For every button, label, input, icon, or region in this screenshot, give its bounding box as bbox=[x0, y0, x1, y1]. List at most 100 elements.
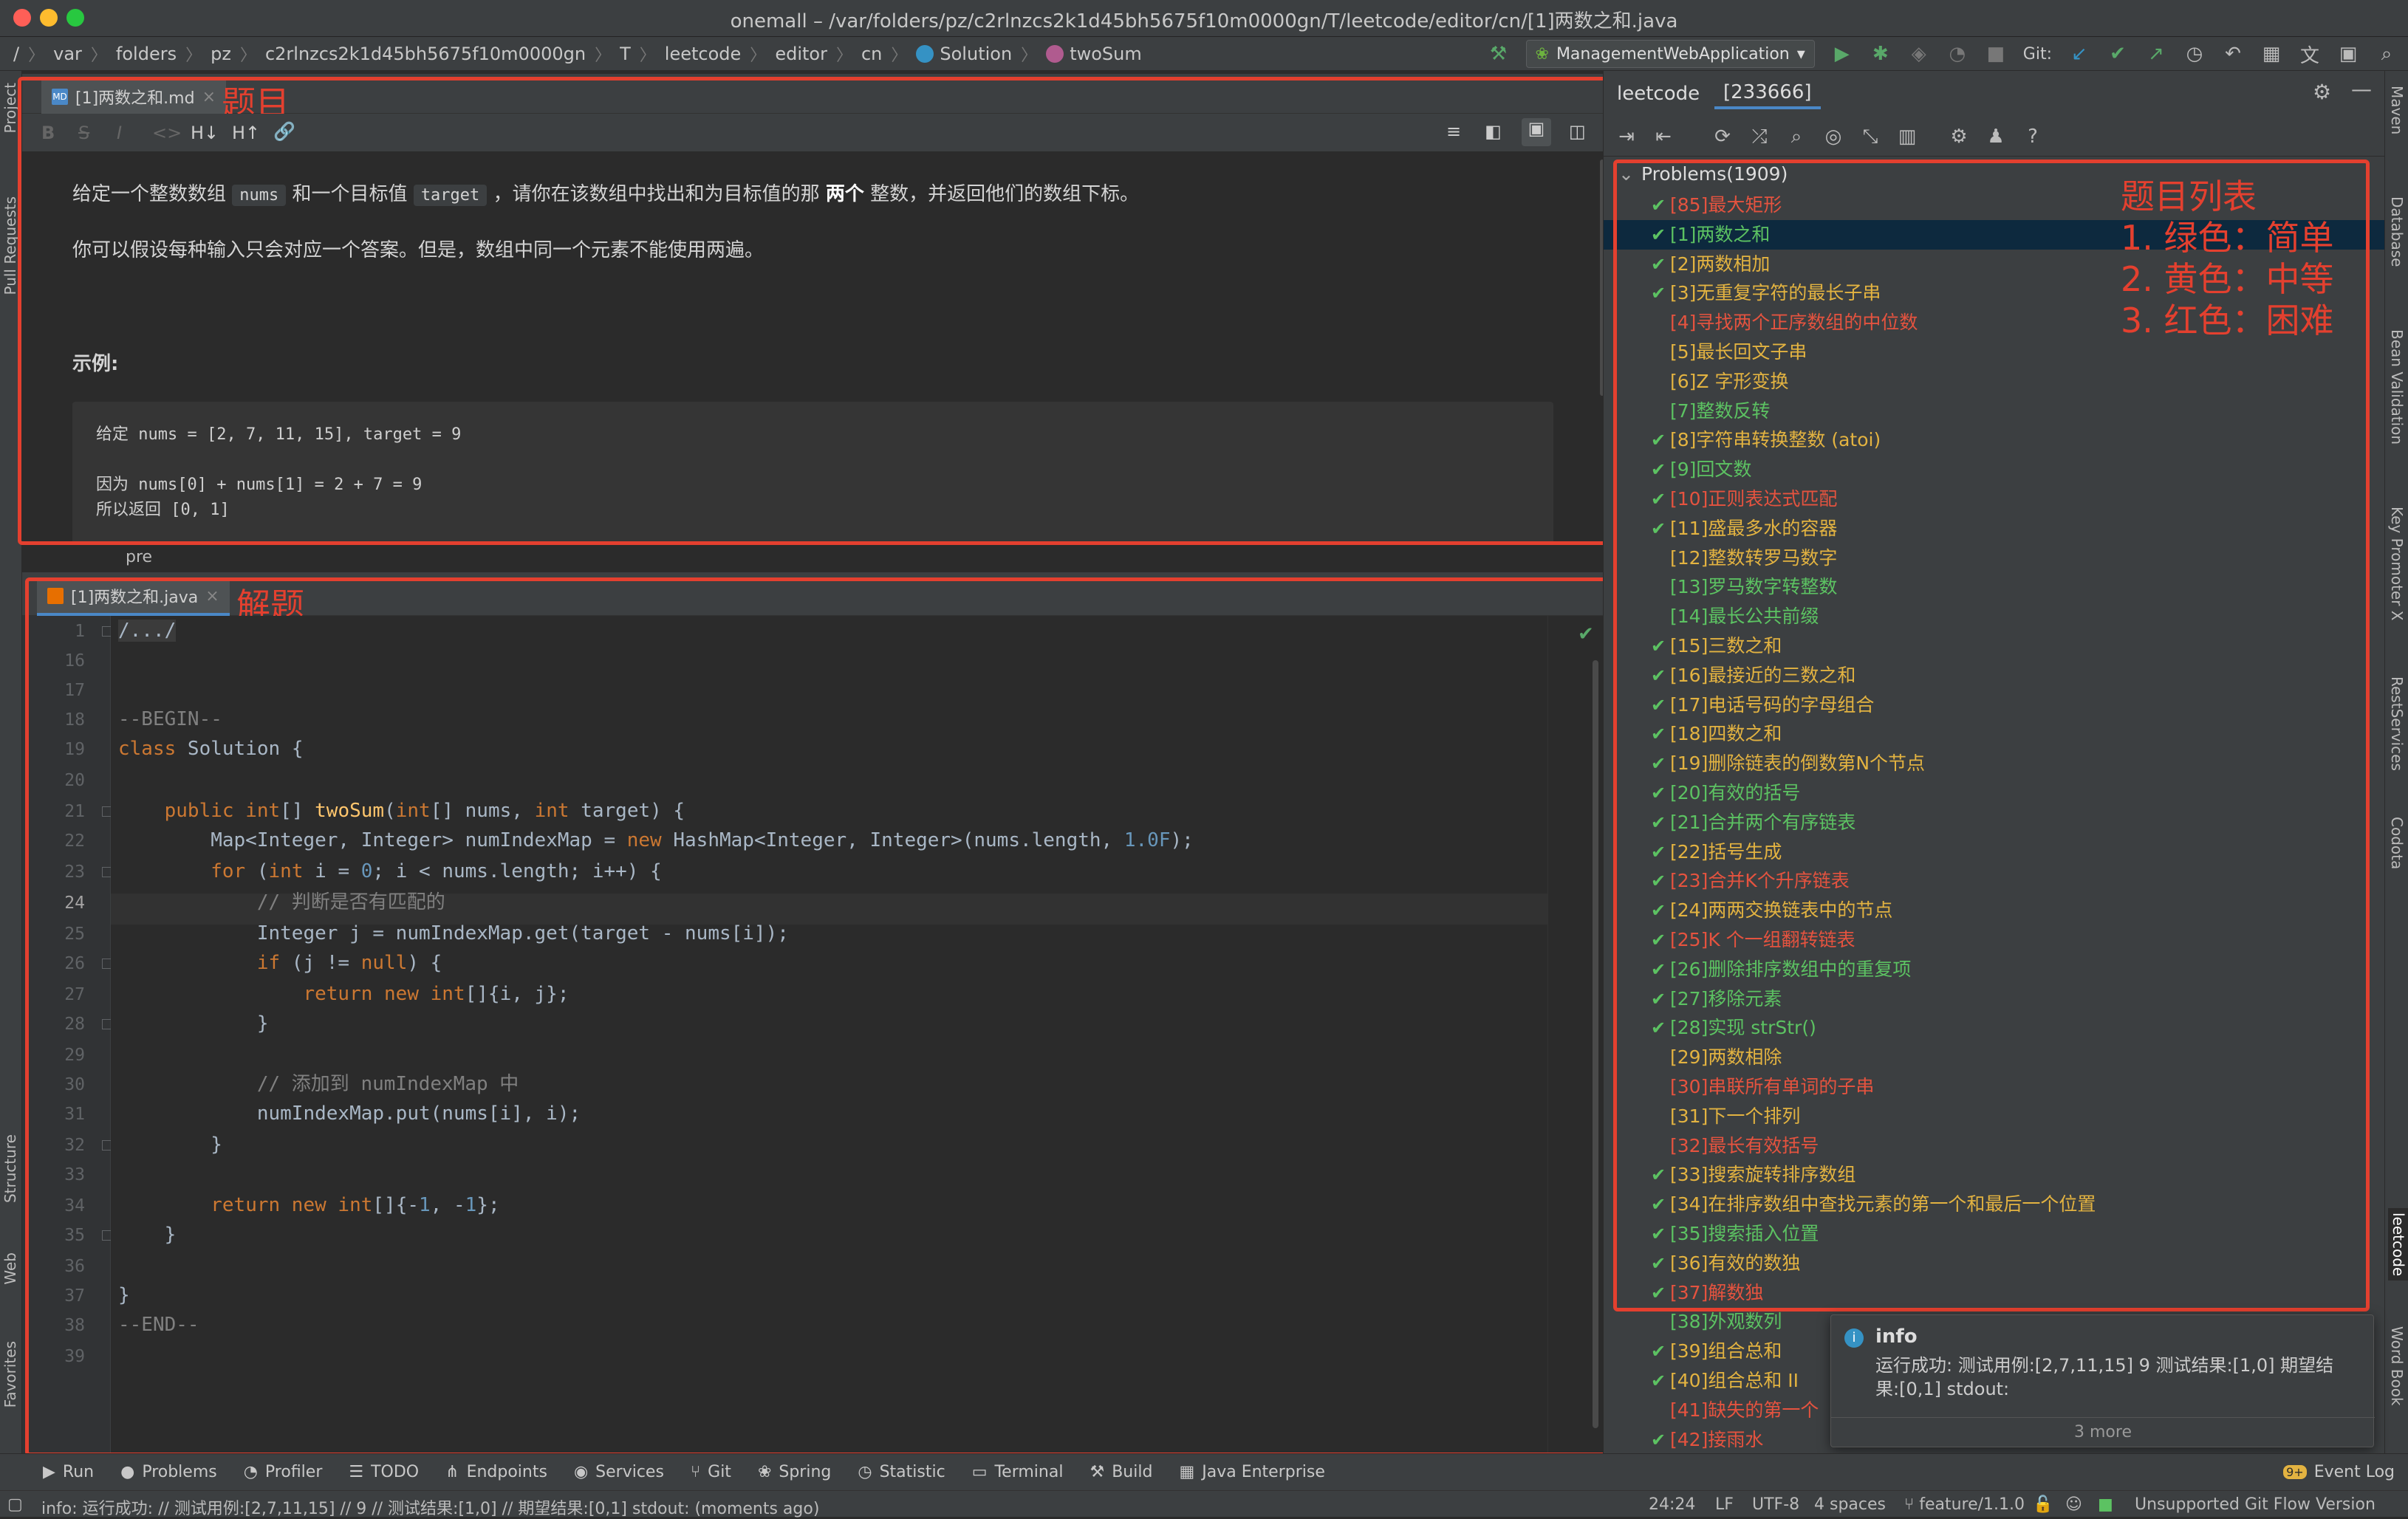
statistic-icon: ◷ bbox=[858, 1463, 872, 1481]
profile-icon[interactable]: ◔ bbox=[1946, 43, 1969, 65]
annotation-box-problem bbox=[18, 77, 1607, 545]
word-book-tool-tab[interactable]: Word Book bbox=[2388, 1326, 2406, 1406]
debug-icon[interactable]: ✱ bbox=[1870, 43, 1892, 65]
indent-setting[interactable]: 4 spaces bbox=[1814, 1495, 1886, 1514]
terminal-tool-button[interactable]: ▭ Terminal bbox=[959, 1463, 1077, 1481]
problem-item[interactable]: [41]缺失的第一个 bbox=[1670, 1396, 1819, 1425]
statistic-tool-button[interactable]: ◷ Statistic bbox=[844, 1463, 958, 1481]
git-push-icon[interactable]: ↗ bbox=[2145, 43, 2167, 65]
hector-icon[interactable]: ☺ bbox=[2065, 1495, 2082, 1514]
line-separator[interactable]: LF bbox=[1715, 1495, 1734, 1514]
gear-icon[interactable]: ⚙ bbox=[2313, 80, 2331, 104]
help-icon[interactable]: ? bbox=[2022, 126, 2044, 148]
login-icon[interactable]: ⇥ bbox=[1615, 126, 1638, 148]
markdown-breadcrumb-pre[interactable]: pre bbox=[126, 548, 152, 566]
logout-icon[interactable]: ⇤ bbox=[1652, 126, 1675, 148]
settings-icon[interactable]: ⚙ bbox=[1948, 126, 1970, 148]
collapse-icon[interactable]: ⤡ bbox=[1859, 126, 1881, 148]
status-message[interactable]: info: 运行成功: // 测试用例:[2,7,11,15] // 9 // … bbox=[41, 1495, 819, 1519]
rollback-icon[interactable]: ↶ bbox=[2222, 43, 2244, 65]
maven-tool-tab[interactable]: Maven bbox=[2388, 86, 2406, 134]
problems-tool-button[interactable]: ● Problems bbox=[107, 1463, 230, 1481]
build-tool-button[interactable]: ⚒ Build bbox=[1076, 1463, 1166, 1481]
problem-item[interactable]: ✔ [42]接雨水 bbox=[1651, 1425, 1763, 1453]
git-label: Git: bbox=[2022, 44, 2052, 64]
search-icon[interactable]: ⌕ bbox=[2375, 43, 2398, 65]
caret-position[interactable]: 24:24 bbox=[1649, 1495, 1695, 1514]
codota-tool-tab[interactable]: Codota bbox=[2388, 817, 2406, 869]
coverage-icon[interactable]: ◈ bbox=[1908, 43, 1930, 65]
breadcrumb-folders[interactable]: folders bbox=[116, 37, 177, 71]
gitflow-status[interactable]: Unsupported Git Flow Version bbox=[2135, 1495, 2375, 1514]
tool-window-bar: ▶ Run ● Problems ◔ Profiler ☰ TODO ⋔ Endpoint… bbox=[0, 1453, 2408, 1490]
project-structure-icon[interactable]: ▦ bbox=[2260, 43, 2282, 65]
presentation-icon[interactable]: ▣ bbox=[2337, 43, 2359, 65]
breadcrumb-pz[interactable]: pz bbox=[211, 37, 231, 71]
run-configuration-select[interactable]: ❀ ManagementWebApplication ▾ bbox=[1525, 40, 1815, 68]
bean-validation-tool-tab[interactable]: Bean Validation bbox=[2388, 329, 2406, 445]
stop-icon[interactable]: ■ bbox=[1985, 43, 2007, 65]
codota-icon[interactable]: ■ bbox=[2098, 1495, 2113, 1514]
problem-item[interactable]: ✔ [40]组合总和 II bbox=[1651, 1366, 1799, 1396]
todo-tool-button[interactable]: ☰ TODO bbox=[335, 1463, 432, 1481]
breadcrumb-root[interactable]: / bbox=[13, 37, 19, 71]
status-toggle-icon[interactable]: ▢ bbox=[7, 1495, 23, 1514]
services-tool-button[interactable]: ◉ Services bbox=[561, 1463, 677, 1481]
annotation-box-solution bbox=[25, 577, 1613, 1456]
breadcrumb-tmp-hash[interactable]: c2rlnzcs2k1d45bh5675f10m0000gn bbox=[265, 37, 586, 71]
problem-item[interactable]: [38]外观数列 bbox=[1670, 1307, 1782, 1337]
project-tool-tab[interactable]: Project bbox=[1, 83, 19, 133]
event-log-button[interactable]: 9+ Event Log bbox=[2270, 1463, 2408, 1481]
chevron-down-icon: ▾ bbox=[1796, 44, 1805, 64]
problems-icon: ● bbox=[120, 1463, 135, 1481]
problem-label: [40]组合总和 II bbox=[1670, 1370, 1799, 1391]
breadcrumb-cn[interactable]: cn bbox=[861, 37, 882, 71]
info-title: info bbox=[1875, 1326, 1918, 1348]
git-branch-icon: ⑂ bbox=[690, 1463, 701, 1481]
history-icon[interactable]: ◷ bbox=[2183, 43, 2206, 65]
key-promoter-tool-tab[interactable]: Key Promoter X bbox=[2388, 507, 2406, 621]
hide-panel-icon[interactable]: — bbox=[2351, 77, 2372, 101]
profiler-tool-button[interactable]: ◔ Profiler bbox=[230, 1463, 336, 1481]
git-commit-icon[interactable]: ✔ bbox=[2107, 43, 2129, 65]
translate-icon[interactable]: 文 bbox=[2299, 43, 2321, 67]
breadcrumb-twosum[interactable]: twoSum bbox=[1046, 37, 1142, 71]
random-icon[interactable]: ⤮ bbox=[1748, 126, 1771, 148]
run-icon[interactable]: ▶ bbox=[1831, 43, 1853, 65]
leetcode-toolbar: ⇥ ⇤ ⟳ ⤮ ⌕ ◎ ⤡ ▥ ⚙ ♟ ? bbox=[1603, 117, 2384, 157]
breadcrumb-var[interactable]: var bbox=[53, 37, 82, 71]
tab-user-count[interactable]: [233666] bbox=[1714, 78, 1821, 109]
problem-item[interactable]: ✔ [39]组合总和 bbox=[1651, 1337, 1782, 1366]
info-notification[interactable]: i info 运行成功: 测试用例:[2,7,11,15] 9 测试结果:[1,… bbox=[1830, 1314, 2375, 1447]
build-hammer-icon[interactable]: ⚒ bbox=[1488, 43, 1510, 65]
favorites-tool-tab[interactable]: Favorites bbox=[1, 1341, 19, 1407]
pull-requests-tool-tab[interactable]: Pull Requests bbox=[1, 196, 19, 295]
breadcrumb-leetcode[interactable]: leetcode bbox=[665, 37, 742, 71]
spring-tool-button[interactable]: ❀ Spring bbox=[745, 1463, 844, 1481]
breadcrumb-t[interactable]: T bbox=[620, 37, 631, 71]
refresh-icon[interactable]: ⟳ bbox=[1711, 126, 1734, 148]
restservices-tool-tab[interactable]: RestServices bbox=[2388, 676, 2406, 771]
database-tool-tab[interactable]: Database bbox=[2388, 196, 2406, 267]
java-enterprise-tool-button[interactable]: ▦ Java Enterprise bbox=[1166, 1463, 1338, 1481]
lock-icon[interactable]: 🔓 bbox=[2033, 1495, 2053, 1514]
run-tool-button[interactable]: ▶ Run bbox=[30, 1463, 107, 1481]
chart-icon[interactable]: ▥ bbox=[1896, 126, 1918, 148]
web-tool-tab[interactable]: Web bbox=[1, 1252, 19, 1285]
git-update-icon[interactable]: ↙ bbox=[2068, 43, 2090, 65]
bell-icon[interactable]: ♟ bbox=[1985, 126, 2007, 148]
info-more-link[interactable]: 3 more bbox=[1831, 1423, 2375, 1441]
right-tool-stripe: Maven Database Bean Validation Key Promo… bbox=[2384, 71, 2408, 1471]
status-bar: ▢ info: 运行成功: // 测试用例:[2,7,11,15] // 9 /… bbox=[0, 1490, 2408, 1519]
file-encoding[interactable]: UTF-8 bbox=[1752, 1495, 1799, 1514]
structure-tool-tab[interactable]: Structure bbox=[1, 1134, 19, 1203]
leetcode-tool-tab[interactable]: leetcode bbox=[2388, 1208, 2408, 1281]
git-tool-button[interactable]: ⑂ Git bbox=[677, 1463, 745, 1481]
terminal-icon: ▭ bbox=[971, 1463, 988, 1481]
endpoints-tool-button[interactable]: ⋔ Endpoints bbox=[432, 1463, 561, 1481]
breadcrumb-editor[interactable]: editor bbox=[775, 37, 827, 71]
target-icon[interactable]: ◎ bbox=[1822, 126, 1844, 148]
git-branch[interactable]: ⑂ feature/1.1.0 bbox=[1904, 1495, 2025, 1514]
find-icon[interactable]: ⌕ bbox=[1785, 126, 1807, 148]
breadcrumb-solution[interactable]: Solution bbox=[916, 37, 1012, 71]
